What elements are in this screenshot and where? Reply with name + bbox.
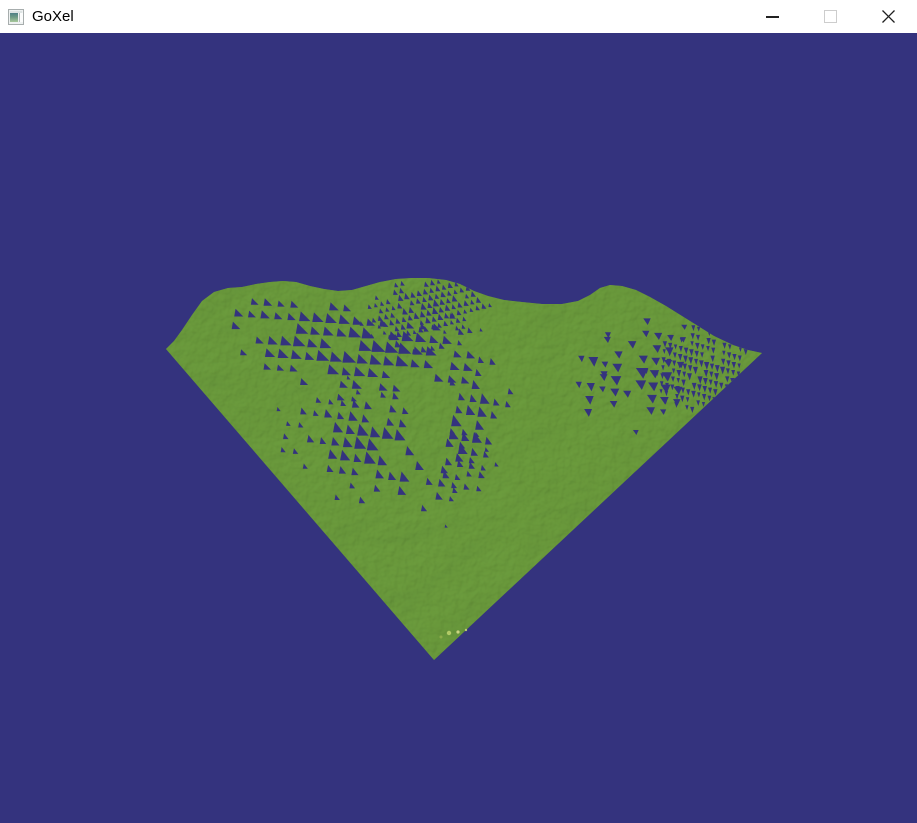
3d-viewport[interactable] [0,33,917,823]
title-bar[interactable]: GoXel [0,0,917,33]
close-icon [881,9,896,24]
maximize-button[interactable] [801,0,859,33]
maximize-icon [824,10,837,23]
app-icon-sidepanel [19,13,23,22]
close-button[interactable] [859,0,917,33]
window-controls [743,0,917,33]
app-icon [8,9,24,25]
minimize-button[interactable] [743,0,801,33]
app-icon-viewport [10,13,18,22]
window-title: GoXel [32,0,74,33]
goxel-window: GoXel [0,0,917,823]
minimize-icon [766,16,779,18]
terrain-render [0,33,917,823]
